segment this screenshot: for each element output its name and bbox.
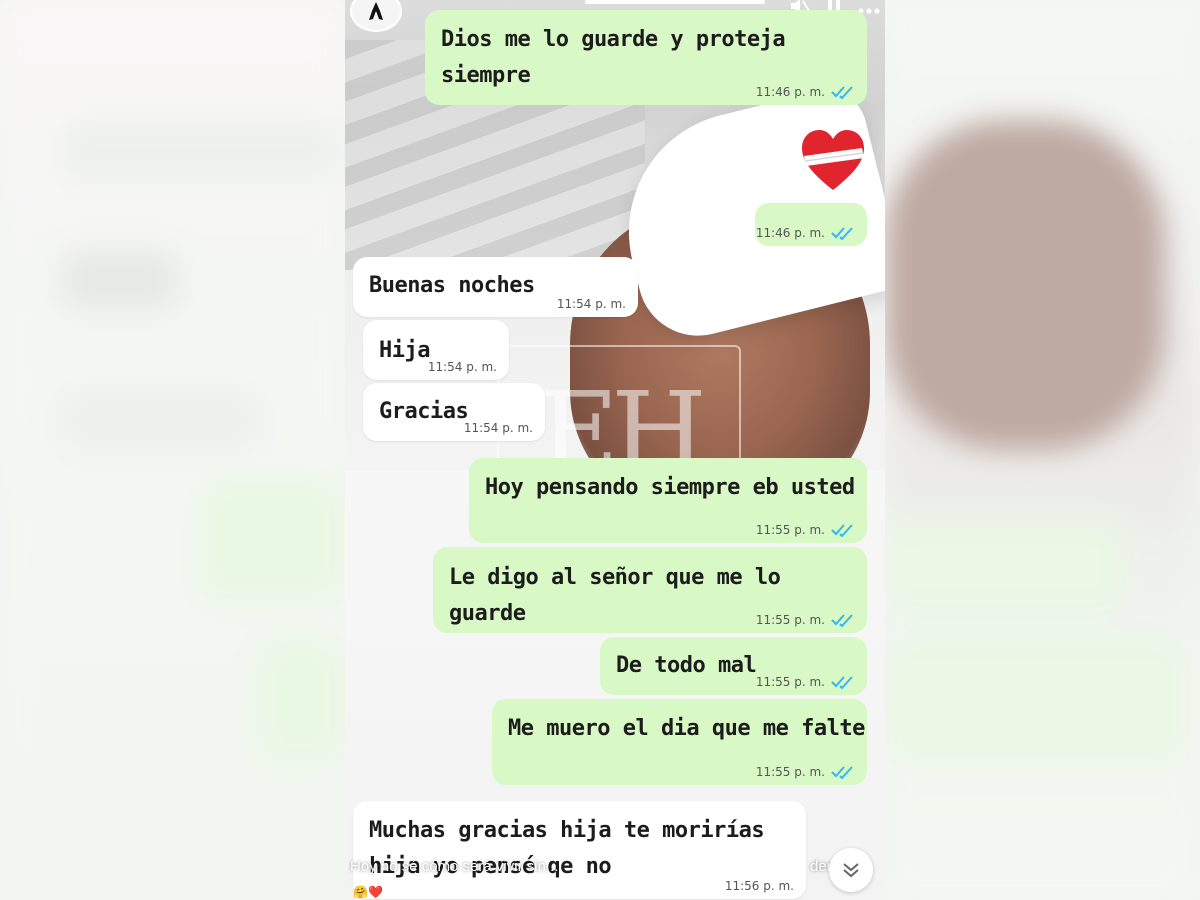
incoming-message: Muchas gracias hija te morirías hija yo … xyxy=(353,801,806,899)
outgoing-message: De todo mal 11:55 p. m. xyxy=(600,637,867,695)
message-text: Me muero el dia que me falte xyxy=(508,716,865,741)
message-time: 11:55 p. m. xyxy=(755,765,825,779)
read-receipt-icon xyxy=(831,613,855,627)
backdrop-veil-right xyxy=(885,0,1200,900)
read-receipt-icon xyxy=(831,226,855,240)
bandaged-heart-sticker xyxy=(802,130,864,190)
incoming-message: Hija 11:54 p. m. xyxy=(363,320,509,380)
message-text: Hija xyxy=(379,338,430,363)
message-time: 11:46 p. m. xyxy=(755,226,825,240)
read-receipt-icon xyxy=(831,675,855,689)
message-time: 11:54 p. m. xyxy=(427,360,497,374)
message-time: 11:54 p. m. xyxy=(556,297,626,311)
backdrop-veil-left xyxy=(0,0,345,900)
outgoing-message: Me muero el dia que me falte 11:55 p. m. xyxy=(492,699,867,785)
message-time: 11:55 p. m. xyxy=(755,675,825,689)
outgoing-message: 11:46 p. m. xyxy=(755,203,867,246)
outgoing-message: Le digo al señor que me lo guarde 11:55 … xyxy=(433,547,867,633)
message-text: Gracias xyxy=(379,399,469,424)
message-time: 11:55 p. m. xyxy=(755,523,825,537)
message-text: De todo mal xyxy=(616,653,757,678)
chevron-double-down-icon xyxy=(843,863,859,878)
story-panel[interactable]: EH Dios me lo guarde y proteja siempre 1… xyxy=(345,0,885,900)
message-time: 11:56 p. m. xyxy=(724,879,794,893)
outgoing-message: Dios me lo guarde y proteja siempre 11:4… xyxy=(425,10,867,105)
scroll-down-button[interactable] xyxy=(829,848,873,892)
incoming-message: Gracias 11:54 p. m. xyxy=(363,383,545,441)
story-avatar[interactable] xyxy=(350,0,402,32)
message-text: Dios me lo guarde y proteja siempre xyxy=(441,27,786,88)
incoming-message: Buenas noches 11:54 p. m. xyxy=(353,257,638,317)
story-caption: Hoy no sé cómo será vivir sin... xyxy=(350,858,559,875)
message-time: 11:46 p. m. xyxy=(755,85,825,99)
read-receipt-icon xyxy=(831,765,855,779)
read-receipt-icon xyxy=(831,85,855,99)
outgoing-message: Hoy pensando siempre eb usted 11:55 p. m… xyxy=(469,458,867,543)
message-time: 11:55 p. m. xyxy=(755,613,825,627)
reaction-emojis: 🤗❤️ xyxy=(353,885,383,899)
mourning-ribbon-icon xyxy=(369,2,383,20)
read-receipt-icon xyxy=(831,523,855,537)
message-text: Hoy pensando siempre eb usted xyxy=(485,475,855,500)
message-time: 11:54 p. m. xyxy=(463,421,533,435)
message-text: Buenas noches xyxy=(369,273,535,298)
story-progress-bar xyxy=(585,0,765,4)
